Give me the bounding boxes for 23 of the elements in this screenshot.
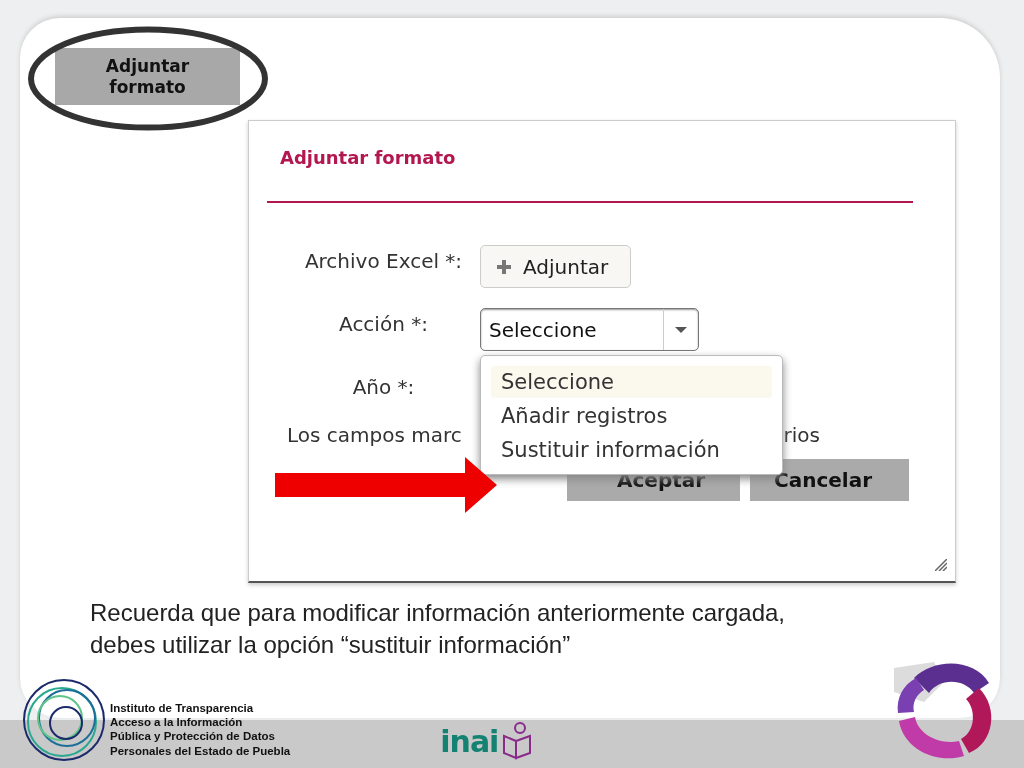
action-select[interactable]: Seleccione xyxy=(480,308,699,351)
plus-icon xyxy=(497,259,511,274)
field-label: Archivo Excel *: xyxy=(303,248,464,275)
institute-name: Personales del Estado de Puebla xyxy=(110,743,291,758)
field-label: Acción *: xyxy=(338,311,429,338)
reader-icon xyxy=(502,722,533,760)
arrow-icon xyxy=(275,457,497,513)
field-label: Año *: xyxy=(351,374,416,401)
dialog-title: Adjuntar formato xyxy=(267,121,913,203)
institute-name: Pública y Protección de Datos xyxy=(110,729,276,744)
circles-logo-icon xyxy=(22,678,106,762)
institute-name: Acceso a la Información xyxy=(110,714,244,730)
attach-button[interactable]: Adjuntar xyxy=(480,245,632,288)
inai-logo: inai xyxy=(440,723,499,759)
dropdown-option[interactable]: Seleccione xyxy=(491,366,772,398)
resize-grip-icon xyxy=(935,559,947,571)
attach-format-button[interactable]: Adjuntar formato xyxy=(55,48,240,105)
required-note: Los campos marc xyxy=(287,423,462,447)
dropdown-option[interactable]: Añadir registros xyxy=(491,400,772,432)
dialog-button[interactable]: Cancelar xyxy=(750,459,909,501)
caption-text: Recuerda que para modificar información anteriormente cargada, debes utilizar la opción “sustituir información” xyxy=(90,598,787,661)
institute-name: Instituto de Transparencia xyxy=(110,700,255,715)
required-note: rios xyxy=(783,423,820,447)
